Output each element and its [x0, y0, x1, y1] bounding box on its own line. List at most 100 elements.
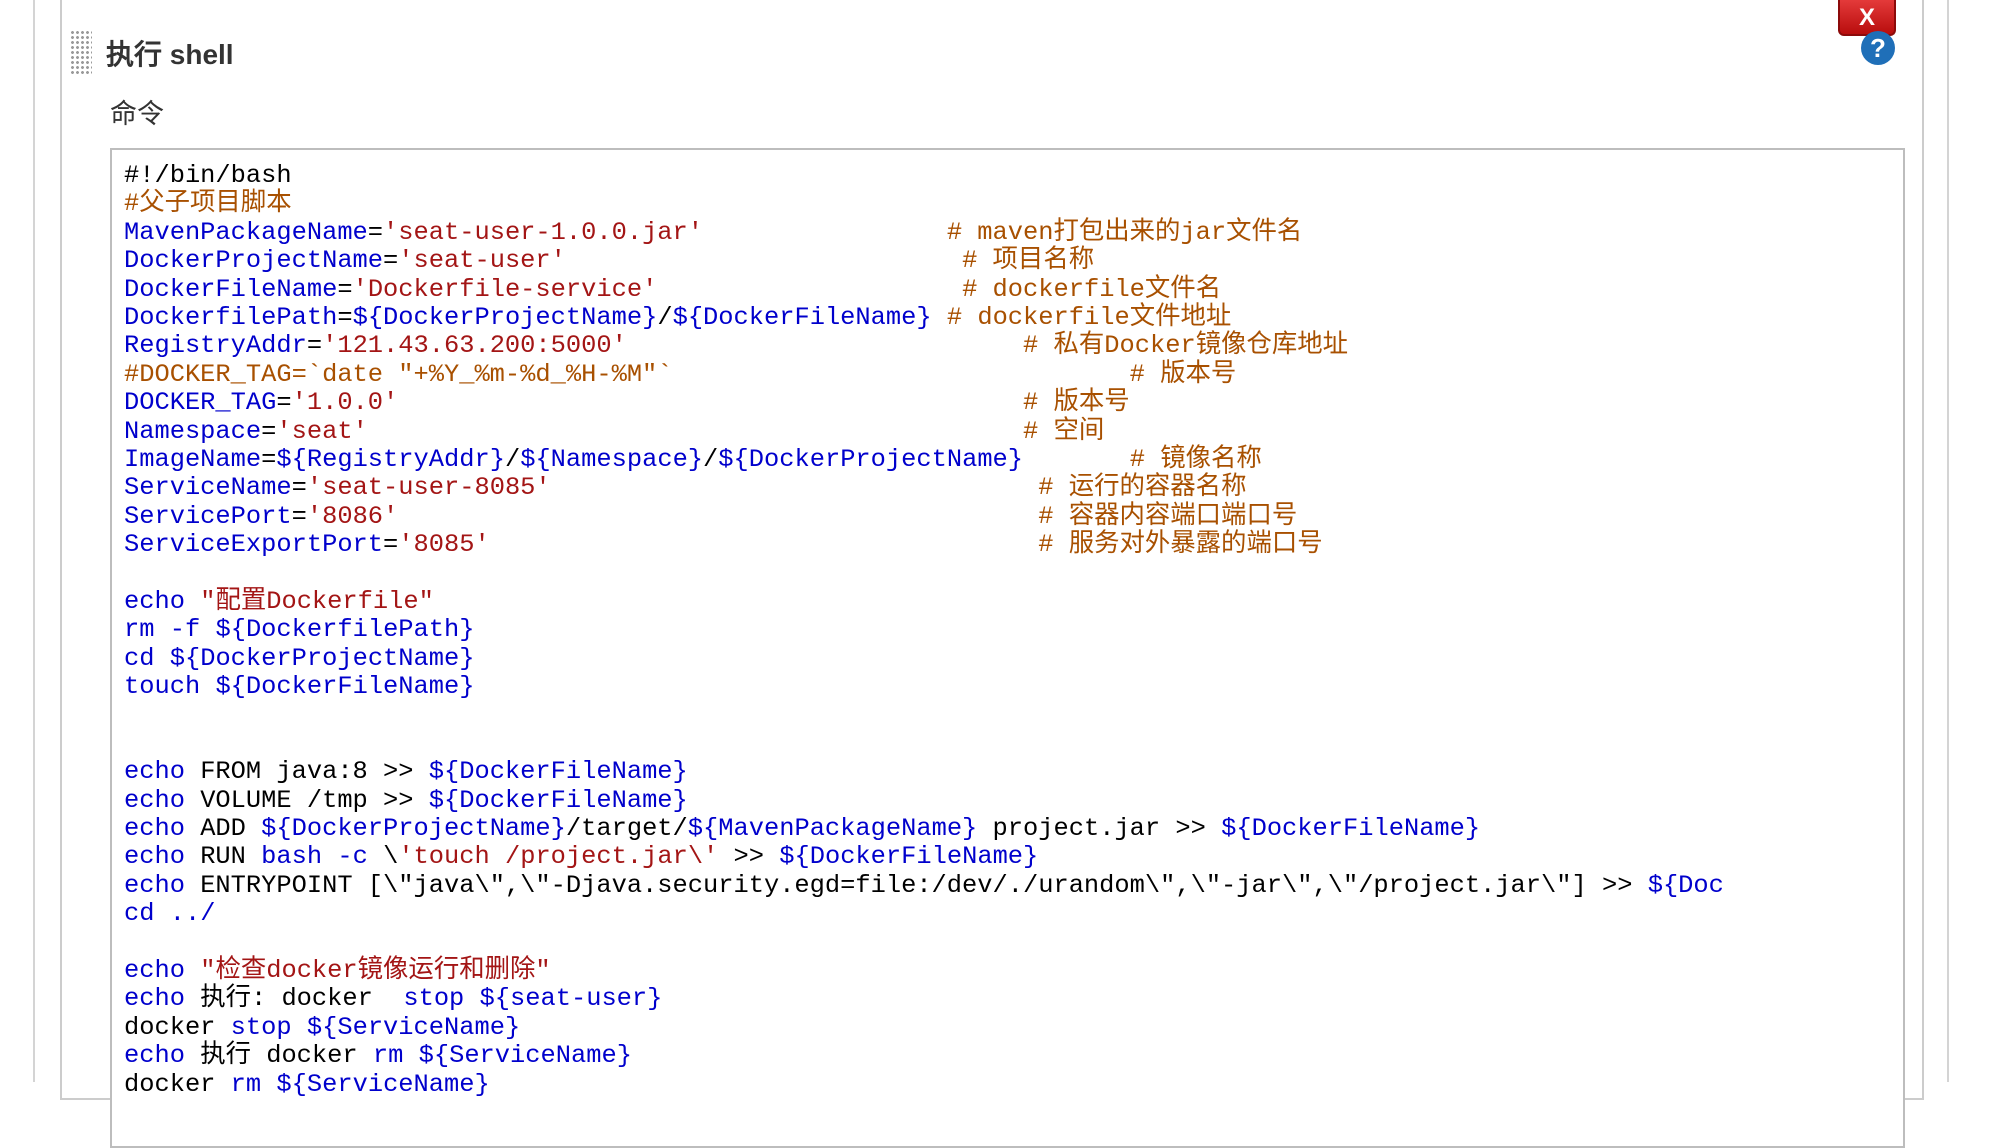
code-token: /target/: [565, 813, 688, 843]
code-line: DOCKER_TAG='1.0.0' # 版本号: [124, 388, 1724, 418]
code-token: # 空间: [1023, 416, 1105, 446]
code-token: ${Doc: [1647, 870, 1724, 900]
code-token: rm: [230, 1069, 262, 1099]
code-token: stop: [403, 984, 465, 1014]
code-token: ${ServiceName}: [276, 1069, 490, 1099]
code-line: echo RUN bash -c \'touch /project.jar\' …: [124, 843, 1724, 871]
code-token: =: [367, 217, 384, 247]
code-token: ServiceExportPort: [124, 530, 384, 560]
code-token: -c: [337, 842, 368, 872]
code-token: echo: [124, 984, 185, 1014]
code-token: ${DockerProjectName}: [718, 444, 1024, 474]
code-token: cd: [124, 899, 155, 929]
code-token: ${RegistryAddr}: [276, 444, 505, 474]
command-label: 命令: [110, 99, 164, 129]
code-token: rm: [124, 615, 155, 645]
code-token: docker: [124, 1069, 231, 1099]
code-token: touch: [124, 672, 201, 702]
code-token: # 私有Docker镜像仓库地址: [1023, 331, 1349, 361]
code-token: ${DockerFileName}: [1221, 813, 1481, 843]
code-token: ${MavenPackageName}: [687, 813, 978, 843]
code-line: DockerfilePath=${DockerProjectName}/${Do…: [124, 302, 1724, 332]
code-token: DOCKER_TAG: [124, 388, 277, 418]
code-token: =: [261, 444, 277, 474]
code-line: MavenPackageName='seat-user-1.0.0.jar' #…: [124, 217, 1724, 247]
code-token: echo: [124, 955, 185, 985]
code-token: echo: [124, 586, 185, 616]
code-token: "检查docker镜像运行和删除": [200, 955, 551, 985]
code-token: ${seat-user}: [479, 984, 663, 1014]
code-token: # 容器内容端口端口号: [1038, 501, 1298, 531]
code-token: #!/bin/bash: [124, 161, 292, 190]
code-line: ImageName=${RegistryAddr}/${Namespace}/$…: [124, 444, 1724, 474]
code-token: 'seat-user-1.0.0.jar': [383, 217, 704, 247]
code-token: DockerProjectName: [124, 246, 384, 276]
code-line: ServiceName='seat-user-8085' # 运行的容器名称: [124, 474, 1724, 502]
code-token: =: [291, 473, 307, 503]
code-line: #DOCKER_TAG=`date "+%Y_%m-%d_%H-%M"` # 版…: [124, 360, 1724, 389]
code-token: DockerFileName: [124, 274, 338, 304]
code-token: ENTRYPOINT [\"java\",\"-Djava.security.e…: [184, 870, 1648, 900]
code-token: ../: [169, 899, 216, 929]
delete-step-button[interactable]: X: [1838, 0, 1896, 36]
grip-dots-icon[interactable]: [70, 30, 92, 76]
code-token: 执行 docker: [184, 1041, 373, 1071]
code-line: touch ${DockerFileName}: [124, 672, 1724, 702]
code-token: ${DockerProjectName}: [352, 302, 658, 332]
code-token: =: [337, 302, 353, 332]
panel-header: 执行 shell: [70, 28, 234, 78]
code-line: Namespace='seat' # 空间: [124, 416, 1724, 446]
code-token: 'touch /project.jar\': [398, 842, 719, 872]
code-line: ServicePort='8086' # 容器内容端口端口号: [124, 501, 1724, 531]
code-token: =: [306, 331, 323, 361]
code-token: echo: [124, 757, 185, 787]
code-line: #父子项目脚本: [124, 190, 1724, 218]
code-token: \: [367, 842, 399, 872]
code-token: '8086': [306, 501, 399, 531]
code-line: docker stop ${ServiceName}: [124, 1012, 1724, 1042]
code-token: # 项目名称: [962, 246, 1095, 276]
code-token: ${ServiceName}: [418, 1041, 632, 1071]
code-token: # 版本号: [1023, 388, 1130, 418]
code-line: echo "检查docker镜像运行和删除": [124, 955, 1724, 985]
code-token: Namespace: [124, 416, 262, 446]
code-token: stop: [230, 1012, 292, 1042]
code-token: /: [657, 302, 673, 332]
code-token: ServiceName: [124, 473, 292, 503]
code-token: ${DockerFileName}: [428, 757, 688, 787]
code-token: ${Namespace}: [520, 444, 704, 474]
code-token: RegistryAddr: [124, 331, 307, 361]
code-line: echo 执行: docker stop ${seat-user}: [124, 985, 1724, 1013]
question-circle-icon[interactable]: ?: [1861, 31, 1895, 65]
code-line: ServiceExportPort='8085' # 服务对外暴露的端口号: [124, 530, 1724, 560]
command-textarea[interactable]: #!/bin/bash #父子项目脚本 MavenPackageName='seat…: [110, 148, 1905, 1148]
code-token: rm: [372, 1041, 404, 1071]
code-token: /: [703, 444, 719, 474]
code-token: docker: [124, 1012, 231, 1042]
code-line: echo "配置Dockerfile": [124, 586, 1724, 616]
close-x-icon: X: [1858, 4, 1875, 31]
code-token: 'seat': [276, 416, 368, 446]
code-token: RUN: [184, 842, 262, 872]
code-token: # 运行的容器名称: [1038, 473, 1247, 503]
code-token: '121.43.63.200:5000': [322, 331, 627, 361]
